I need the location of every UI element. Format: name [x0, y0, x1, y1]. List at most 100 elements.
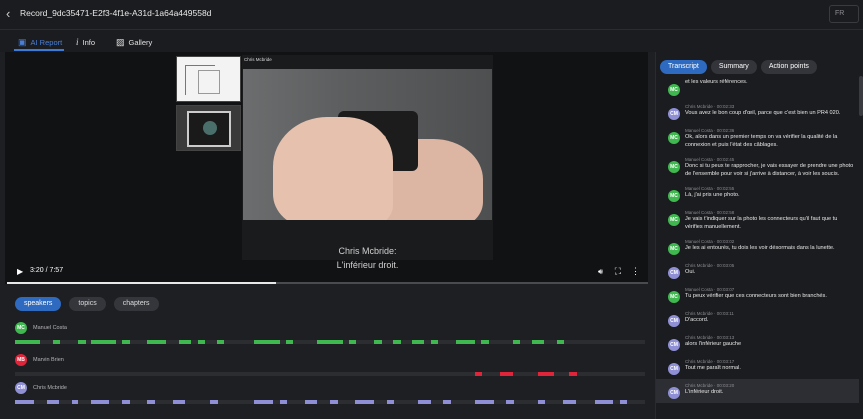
avatar: MC: [15, 322, 27, 334]
speech-segment[interactable]: [512, 340, 521, 344]
speech-segment[interactable]: [15, 340, 41, 344]
speech-segment[interactable]: [418, 400, 431, 404]
play-icon[interactable]: ▶: [17, 267, 23, 276]
subtitle-speaker: Chris Mcbride:: [338, 246, 397, 256]
tab-action-points[interactable]: Action points: [760, 60, 817, 74]
speech-segment[interactable]: [374, 340, 382, 344]
tab-transcript[interactable]: Transcript: [660, 60, 707, 74]
speech-segment[interactable]: [122, 340, 130, 344]
tab-topics[interactable]: topics: [69, 297, 106, 311]
speech-segment[interactable]: [197, 340, 206, 344]
tab-chapters[interactable]: chapters: [113, 297, 159, 311]
more-options-icon[interactable]: ⋮: [631, 266, 640, 277]
message-meta: Chris Mcbride · 00:03:17: [685, 359, 735, 364]
avatar: MC: [668, 132, 680, 144]
fullscreen-icon[interactable]: ⛶: [615, 266, 621, 277]
speech-segment[interactable]: [474, 400, 494, 404]
transcript-message[interactable]: MC et les valeurs références.: [656, 76, 860, 100]
speech-segment[interactable]: [348, 340, 357, 344]
speech-segment[interactable]: [90, 340, 116, 344]
tab-speakers[interactable]: speakers: [15, 297, 62, 311]
speaker-track-marvin[interactable]: [15, 372, 645, 376]
avatar: MC: [668, 243, 680, 255]
speech-segment[interactable]: [122, 400, 130, 404]
speech-segment[interactable]: [474, 372, 483, 376]
speech-segment[interactable]: [147, 400, 155, 404]
speech-segment[interactable]: [285, 340, 294, 344]
video-progress-bar[interactable]: [7, 282, 648, 284]
avatar: MC: [668, 84, 680, 96]
speech-segment[interactable]: [90, 400, 110, 404]
speech-segment[interactable]: [443, 400, 451, 404]
device-thumbnail[interactable]: [176, 105, 241, 151]
transcript-message[interactable]: CM Chris Mcbride · 00:03:17 Tout me paraît…: [656, 355, 860, 379]
speech-segment[interactable]: [556, 340, 565, 344]
transcript-message[interactable]: CM Chris Mcbride · 00:02:33 Vous avez le b…: [656, 100, 860, 124]
transcript-message[interactable]: MC Manuel Costa · 00:02:45 Donc si tu peux…: [656, 153, 860, 182]
speech-segment[interactable]: [216, 340, 225, 344]
transcript-message[interactable]: CM Chris Mcbride · 00:03:05 Oui.: [656, 259, 860, 283]
volume-icon[interactable]: 🔊︎: [598, 267, 603, 277]
speech-segment[interactable]: [563, 400, 576, 404]
speech-segment[interactable]: [355, 400, 375, 404]
top-bar: ‹ Record_9dc35471-E2f3-4f1e-A31d-1a64a44…: [0, 0, 863, 30]
speech-segment[interactable]: [304, 400, 318, 404]
speech-segment[interactable]: [330, 400, 338, 404]
speech-segment[interactable]: [619, 400, 628, 404]
transcript-message[interactable]: MC Manuel Costa · 00:02:36 Ok, alors dans …: [656, 124, 860, 153]
speech-segment[interactable]: [178, 340, 192, 344]
tab-label: AI Report: [30, 37, 63, 47]
transcript-message[interactable]: MC Manuel Costa · 00:02:58 Je vais t'indiq…: [656, 206, 860, 235]
transcript-message[interactable]: MC Manuel Costa · 00:02:55 Là, j'ai pris u…: [656, 182, 860, 206]
tab-gallery[interactable]: ▨ Gallery: [116, 35, 152, 49]
speech-segment[interactable]: [411, 340, 425, 344]
tab-info[interactable]: i Info: [76, 35, 95, 49]
speech-segment[interactable]: [46, 400, 60, 404]
ai-report-icon: ▣: [18, 36, 27, 47]
speech-segment[interactable]: [500, 372, 513, 376]
speech-segment[interactable]: [386, 400, 395, 404]
transcript-message[interactable]: CM Chris Mcbride · 00:03:20 L'inférieur dr…: [656, 379, 860, 403]
transcript-message[interactable]: CM Chris Mcbride · 00:03:13 alors l'inféri…: [656, 331, 860, 355]
speech-segment[interactable]: [594, 400, 614, 404]
speaker-row-chris: CM Chris Mcbride: [15, 382, 645, 404]
tab-ai-report[interactable]: ▣ AI Report: [18, 35, 62, 49]
speech-segment[interactable]: [393, 340, 401, 344]
speech-segment[interactable]: [78, 340, 86, 344]
speech-segment[interactable]: [537, 400, 546, 404]
video-player[interactable]: Chris Mcbride Chris Mcbride: L'inférieur…: [5, 52, 648, 284]
speech-segment[interactable]: [317, 340, 343, 344]
speech-segment[interactable]: [147, 340, 167, 344]
transcript-list[interactable]: MC et les valeurs références. CM Chris Mcbr…: [656, 76, 860, 419]
speech-segment[interactable]: [531, 340, 545, 344]
left-pane: Chris Mcbride Chris Mcbride: L'inférieur…: [0, 52, 655, 419]
speech-segment[interactable]: [279, 400, 288, 404]
speech-segment[interactable]: [569, 372, 577, 376]
speech-segment[interactable]: [15, 400, 34, 404]
speech-segment[interactable]: [71, 400, 78, 404]
transcript-scrollbar[interactable]: [859, 76, 863, 419]
speaker-track-manuel[interactable]: [15, 340, 645, 344]
tab-summary[interactable]: Summary: [710, 60, 757, 74]
speech-segment[interactable]: [172, 400, 186, 404]
document-thumbnail[interactable]: [176, 56, 241, 102]
video-controls: ▶ 3:20 / 7:57 🔊︎ ⛶ ⋮: [5, 261, 648, 284]
speech-segment[interactable]: [456, 340, 475, 344]
speech-segment[interactable]: [506, 400, 514, 404]
speech-segment[interactable]: [254, 340, 280, 344]
language-select[interactable]: FR: [829, 5, 859, 23]
speech-segment[interactable]: [430, 340, 439, 344]
speaker-name: Chris Mcbride: [33, 385, 67, 391]
speaker-track-chris[interactable]: [15, 400, 645, 404]
transcript-message[interactable]: CM Chris Mcbride · 00:03:11 D'accord.: [656, 307, 860, 331]
speech-segment[interactable]: [481, 340, 489, 344]
speech-segment[interactable]: [210, 400, 218, 404]
speaker-row-marvin: MB Marvin Brien: [15, 354, 645, 376]
chevron-left-icon[interactable]: ‹: [6, 7, 20, 21]
transcript-message[interactable]: MC Manuel Costa · 00:03:07 Tu peux vérifie…: [656, 283, 860, 307]
speech-segment[interactable]: [537, 372, 554, 376]
avatar: CM: [668, 267, 680, 279]
speech-segment[interactable]: [52, 340, 61, 344]
speech-segment[interactable]: [254, 400, 274, 404]
transcript-message[interactable]: MC Manuel Costa · 00:03:02 Je les ai entou…: [656, 235, 860, 259]
